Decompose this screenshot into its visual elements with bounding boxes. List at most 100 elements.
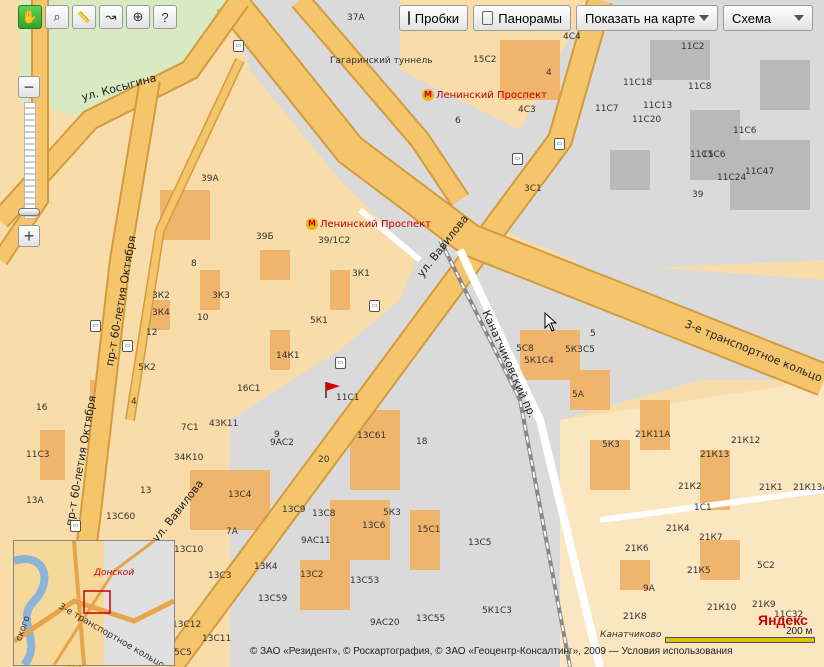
- route-tool-button[interactable]: ↝: [99, 5, 123, 29]
- chevron-down-icon: [794, 15, 804, 21]
- metro-station[interactable]: M Ленинский Проспект: [422, 89, 547, 102]
- house-number-label: 1С1: [694, 503, 712, 513]
- zoom-out-button[interactable]: −: [18, 76, 40, 98]
- bus-stop-icon[interactable]: ▭: [369, 300, 380, 312]
- house-number-label: 16: [36, 403, 48, 413]
- zoom-slider-handle[interactable]: [18, 208, 40, 216]
- house-number-label: 11С20: [632, 115, 662, 125]
- metro-station[interactable]: M Ленинский Проспект: [306, 218, 431, 231]
- house-number-label: 21К8: [623, 612, 647, 622]
- route-icon: ↝: [105, 9, 117, 24]
- house-number-label: 5К1С3: [482, 606, 512, 616]
- house-number-label: 11С24: [717, 173, 747, 183]
- house-number-label: 5А: [572, 390, 584, 400]
- placemark-tool-button[interactable]: ⊕: [126, 5, 150, 29]
- bus-stop-icon[interactable]: ▭: [554, 138, 565, 150]
- house-number-label: 34К10: [174, 453, 204, 463]
- house-number-label: 4С3: [518, 105, 536, 115]
- traffic-button[interactable]: Пробки: [399, 5, 468, 31]
- house-number-label: 39А: [201, 174, 219, 184]
- ruler-tool-button[interactable]: 📏: [72, 5, 96, 29]
- house-number-label: 13С9: [282, 505, 306, 515]
- house-number-label: 11С8: [688, 82, 712, 92]
- house-number-label: 13А: [26, 496, 44, 506]
- house-number-label: 13С3: [208, 571, 232, 581]
- house-number-label: 11С3: [26, 450, 50, 460]
- house-number-label: 13С12: [172, 620, 202, 630]
- house-number-label: 39Б: [256, 232, 274, 242]
- house-number-label: 3К1: [352, 269, 370, 279]
- house-number-label: 11С2: [681, 42, 705, 52]
- hand-tool-button[interactable]: ✋: [18, 5, 42, 29]
- house-number-label: 4: [131, 397, 137, 407]
- house-number-label: 9А: [643, 584, 655, 594]
- info-cursor-icon: ?: [161, 9, 169, 25]
- house-number-label: 21К10: [707, 603, 737, 613]
- scale-label: 200 м: [786, 626, 813, 637]
- house-number-label: 43К11: [209, 419, 239, 429]
- house-number-label: 5К3: [602, 440, 620, 450]
- map-canvas[interactable]: ул. Косыгина пр-т 60-летия Октября пр-т …: [0, 0, 824, 667]
- panoramas-button[interactable]: Панорамы: [473, 5, 571, 31]
- house-number-label: 7А: [226, 527, 238, 537]
- house-number-label: 13С61: [357, 431, 387, 441]
- house-number-label: 11С18: [623, 78, 653, 88]
- house-number-label: 21К9: [752, 600, 776, 610]
- minimap-label: Донской: [94, 568, 135, 578]
- zoom-slider-track[interactable]: [24, 102, 36, 219]
- tunnel-label: Гагаринский туннель: [330, 56, 433, 66]
- house-number-label: 13С4: [228, 490, 252, 500]
- house-number-label: 5С2: [757, 561, 775, 571]
- house-number-label: 13С59: [258, 594, 288, 604]
- house-number-label: 13С10: [174, 545, 204, 555]
- magnifier-icon: ⌕: [53, 9, 61, 24]
- house-number-label: 21К13: [700, 450, 730, 460]
- house-number-label: 21К1: [759, 483, 783, 493]
- house-number-label: 11С47: [745, 167, 775, 177]
- scale-bar: [665, 637, 815, 643]
- house-number-label: 13К4: [254, 562, 278, 572]
- house-number-label: 21К5: [687, 566, 711, 576]
- house-number-label: 5: [590, 329, 596, 339]
- bus-stop-icon[interactable]: ▭: [90, 320, 101, 332]
- house-number-label: 3К2: [152, 291, 170, 301]
- minimap-tiles: [14, 541, 174, 665]
- house-number-label: 5С8: [516, 344, 534, 354]
- house-number-label: 13С55: [416, 614, 446, 624]
- bus-stop-icon[interactable]: ▭: [335, 357, 346, 369]
- house-number-label: 21К13А: [793, 483, 824, 493]
- layer-select-dropdown[interactable]: Схема: [723, 5, 813, 31]
- house-number-label: 14К1: [276, 351, 300, 361]
- house-number-label: 7С1: [181, 423, 199, 433]
- show-on-map-dropdown[interactable]: Показать на карте: [576, 5, 718, 31]
- house-number-label: 12: [146, 328, 158, 338]
- house-number-label: 11С13: [643, 101, 673, 111]
- bus-stop-icon[interactable]: ▭: [512, 153, 523, 165]
- bus-stop-icon[interactable]: ▭: [122, 340, 133, 352]
- house-number-label: 5К1С4: [524, 356, 554, 366]
- bus-stop-icon[interactable]: ▭: [233, 40, 244, 52]
- house-number-label: 13С11: [202, 634, 232, 644]
- magnifier-tool-button[interactable]: ⌕: [45, 5, 69, 29]
- metro-icon: M: [306, 218, 318, 230]
- house-number-label: 37А: [347, 13, 365, 23]
- hand-icon: ✋: [21, 9, 39, 24]
- house-number-label: 4: [546, 68, 552, 78]
- house-number-label: 5К3: [383, 508, 401, 518]
- bus-stop-icon[interactable]: ▭: [70, 520, 81, 532]
- map-tools-toolbar: ✋ ⌕ 📏 ↝ ⊕ ?: [18, 5, 177, 29]
- house-number-label: 13С6: [362, 521, 386, 531]
- house-number-label: 11С6: [733, 126, 757, 136]
- house-number-label: 13С5: [468, 538, 492, 548]
- house-number-label: 20: [318, 455, 330, 465]
- house-number-label: 10: [197, 313, 209, 323]
- overview-minimap[interactable]: Донской 3-е транспортное кольцо ского: [13, 540, 175, 666]
- info-tool-button[interactable]: ?: [153, 5, 177, 29]
- house-number-label: 9АС2: [270, 438, 294, 448]
- house-number-label: 16С1: [237, 384, 261, 394]
- house-number-label: 13С2: [300, 570, 324, 580]
- house-number-label: 9АС11: [301, 536, 331, 546]
- zoom-in-button[interactable]: +: [18, 225, 40, 247]
- copyright-notice: © ЗАО «Резидент», © Роскартография, © ЗА…: [250, 646, 733, 657]
- house-number-label: 5К1: [310, 316, 328, 326]
